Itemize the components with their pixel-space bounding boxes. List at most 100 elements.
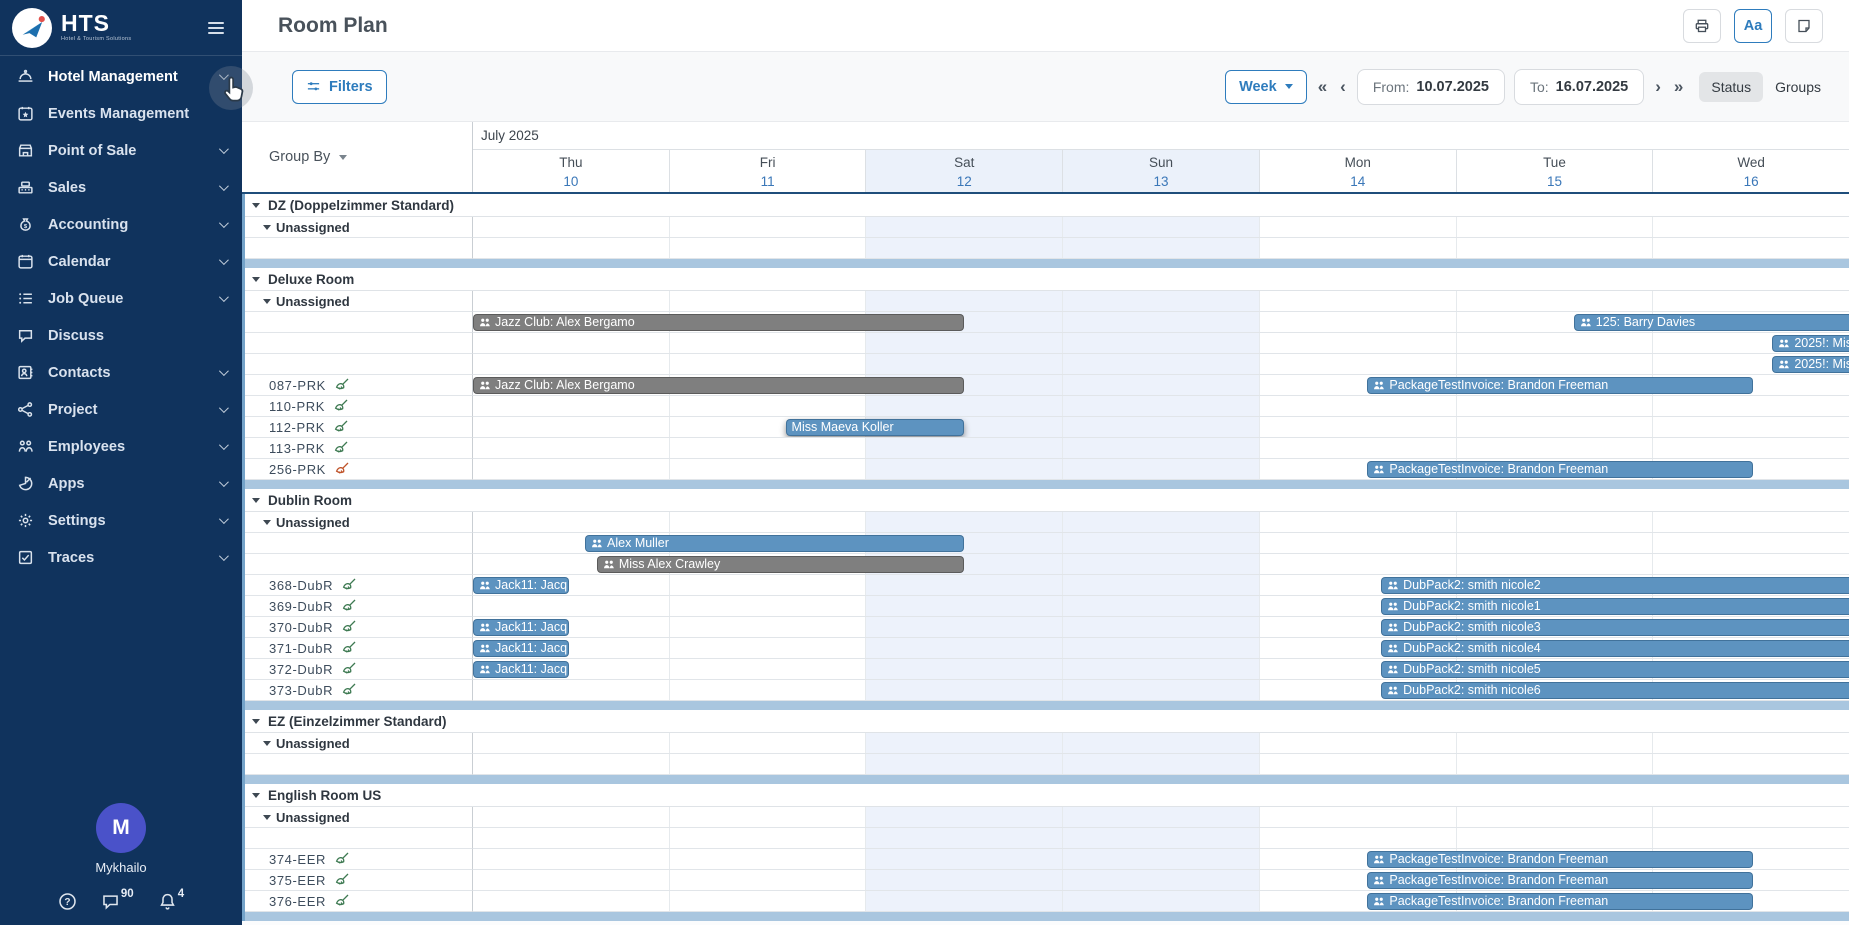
hts-logo-icon[interactable]	[12, 8, 52, 48]
day-cell[interactable]	[865, 396, 1062, 416]
day-cell[interactable]	[865, 617, 1062, 637]
sidebar-item-apps[interactable]: Apps	[0, 465, 242, 502]
booking-bar[interactable]: Miss Alex Crawley	[597, 556, 965, 573]
day-cell[interactable]	[1062, 312, 1259, 332]
day-cell[interactable]	[669, 870, 866, 890]
day-cell[interactable]	[1456, 417, 1653, 437]
day-cell[interactable]	[669, 617, 866, 637]
unassigned-label-cell[interactable]: Unassigned	[242, 217, 473, 238]
nav-prev-button[interactable]: ‹	[1338, 77, 1348, 97]
filters-button[interactable]: Filters	[292, 70, 387, 104]
day-cell[interactable]	[1062, 638, 1259, 658]
day-cell[interactable]	[669, 512, 866, 532]
booking-bar[interactable]: DubPack2: smith nicole6	[1381, 682, 1849, 699]
day-cell[interactable]	[865, 333, 1062, 353]
day-cell[interactable]	[1259, 754, 1456, 774]
day-cell[interactable]	[473, 596, 669, 616]
day-cell[interactable]	[1456, 533, 1653, 553]
booking-bar[interactable]: Jack11: Jacq	[473, 577, 569, 594]
day-cell[interactable]	[1062, 575, 1259, 595]
day-cell[interactable]	[1062, 217, 1259, 237]
sidebar-item-events-management[interactable]: Events Management	[0, 95, 242, 132]
day-cell[interactable]	[669, 680, 866, 700]
day-number[interactable]: 11	[670, 174, 866, 189]
day-cell[interactable]	[1259, 238, 1456, 258]
day-number[interactable]: 14	[1260, 174, 1456, 189]
day-cell[interactable]	[669, 459, 866, 479]
collapse-caret-icon[interactable]	[263, 299, 271, 304]
day-cell[interactable]	[865, 238, 1062, 258]
day-cell[interactable]	[865, 659, 1062, 679]
broom-green-icon[interactable]	[341, 619, 357, 635]
collapse-caret-icon[interactable]	[263, 741, 271, 746]
day-cell[interactable]	[473, 512, 669, 532]
day-cell[interactable]	[473, 870, 669, 890]
booking-bar[interactable]: PackageTestInvoice: Brandon Freeman	[1367, 461, 1752, 478]
group-header-row[interactable]: English Room US	[242, 784, 1849, 807]
day-cell[interactable]	[865, 754, 1062, 774]
day-cell[interactable]	[1259, 512, 1456, 532]
booking-bar[interactable]: 125: Barry Davies	[1574, 314, 1849, 331]
date-to-field[interactable]: To: 16.07.2025	[1514, 69, 1644, 105]
day-cell[interactable]	[1259, 354, 1456, 374]
sidebar-item-traces[interactable]: Traces	[0, 539, 242, 576]
day-cell[interactable]	[1062, 891, 1259, 911]
unassigned-label-cell[interactable]: Unassigned	[242, 291, 473, 312]
day-cell[interactable]	[1456, 754, 1653, 774]
sidebar-item-calendar[interactable]: Calendar	[0, 243, 242, 280]
booking-bar[interactable]: Jack11: Jacq	[473, 640, 569, 657]
day-cell[interactable]	[1259, 396, 1456, 416]
day-cell[interactable]	[1652, 754, 1849, 774]
day-cell[interactable]	[1062, 870, 1259, 890]
date-from-field[interactable]: From: 10.07.2025	[1357, 69, 1505, 105]
unassigned-label-cell[interactable]: Unassigned	[242, 807, 473, 828]
day-cell[interactable]	[1259, 438, 1456, 458]
booking-bar[interactable]: Jack11: Jacq	[473, 619, 569, 636]
day-cell[interactable]	[1456, 554, 1653, 574]
group-header-row[interactable]: DZ (Doppelzimmer Standard)	[242, 194, 1849, 217]
day-cell[interactable]	[865, 870, 1062, 890]
group-header-row[interactable]: Dublin Room	[242, 489, 1849, 512]
room-label-cell[interactable]: 370-DubR	[242, 617, 473, 638]
broom-green-icon[interactable]	[341, 661, 357, 677]
room-label-cell[interactable]: 368-DubR	[242, 575, 473, 596]
day-cell[interactable]	[1652, 396, 1849, 416]
day-cell[interactable]	[669, 575, 866, 595]
nav-next-button[interactable]: ›	[1653, 77, 1663, 97]
room-label-cell[interactable]: 376-EER	[242, 891, 473, 912]
toggle-status-button[interactable]: Status	[1699, 72, 1763, 102]
day-cell[interactable]	[473, 733, 669, 753]
day-cell[interactable]	[865, 733, 1062, 753]
day-cell[interactable]	[1456, 733, 1653, 753]
sidebar-item-accounting[interactable]: $Accounting	[0, 206, 242, 243]
nav-first-button[interactable]: «	[1316, 77, 1329, 97]
day-cell[interactable]	[865, 512, 1062, 532]
day-cell[interactable]	[1062, 659, 1259, 679]
day-cell[interactable]	[865, 849, 1062, 869]
sidebar-item-contacts[interactable]: Contacts	[0, 354, 242, 391]
day-cell[interactable]	[1259, 417, 1456, 437]
day-cell[interactable]	[1259, 733, 1456, 753]
help-icon[interactable]: ?	[58, 892, 77, 911]
collapse-caret-icon[interactable]	[252, 498, 260, 503]
day-cell[interactable]	[1259, 828, 1456, 848]
print-button[interactable]	[1683, 9, 1721, 43]
unassigned-label-cell[interactable]: Unassigned	[242, 733, 473, 754]
day-cell[interactable]	[473, 396, 669, 416]
day-cell[interactable]	[1259, 217, 1456, 237]
day-cell[interactable]	[1456, 217, 1653, 237]
day-cell[interactable]	[1062, 354, 1259, 374]
day-cell[interactable]	[1652, 217, 1849, 237]
day-cell[interactable]	[1259, 291, 1456, 311]
group-by-selector[interactable]: Group By	[242, 122, 473, 192]
room-label-cell[interactable]: 087-PRK	[242, 375, 473, 396]
collapse-caret-icon[interactable]	[263, 815, 271, 820]
day-cell[interactable]	[1062, 533, 1259, 553]
broom-green-icon[interactable]	[333, 419, 349, 435]
booking-bar[interactable]: Jack11: Jacq	[473, 661, 569, 678]
day-cell[interactable]	[1259, 554, 1456, 574]
day-cell[interactable]	[473, 828, 669, 848]
booking-bar[interactable]: PackageTestInvoice: Brandon Freeman	[1367, 851, 1752, 868]
day-cell[interactable]	[669, 217, 866, 237]
collapse-caret-icon[interactable]	[252, 719, 260, 724]
